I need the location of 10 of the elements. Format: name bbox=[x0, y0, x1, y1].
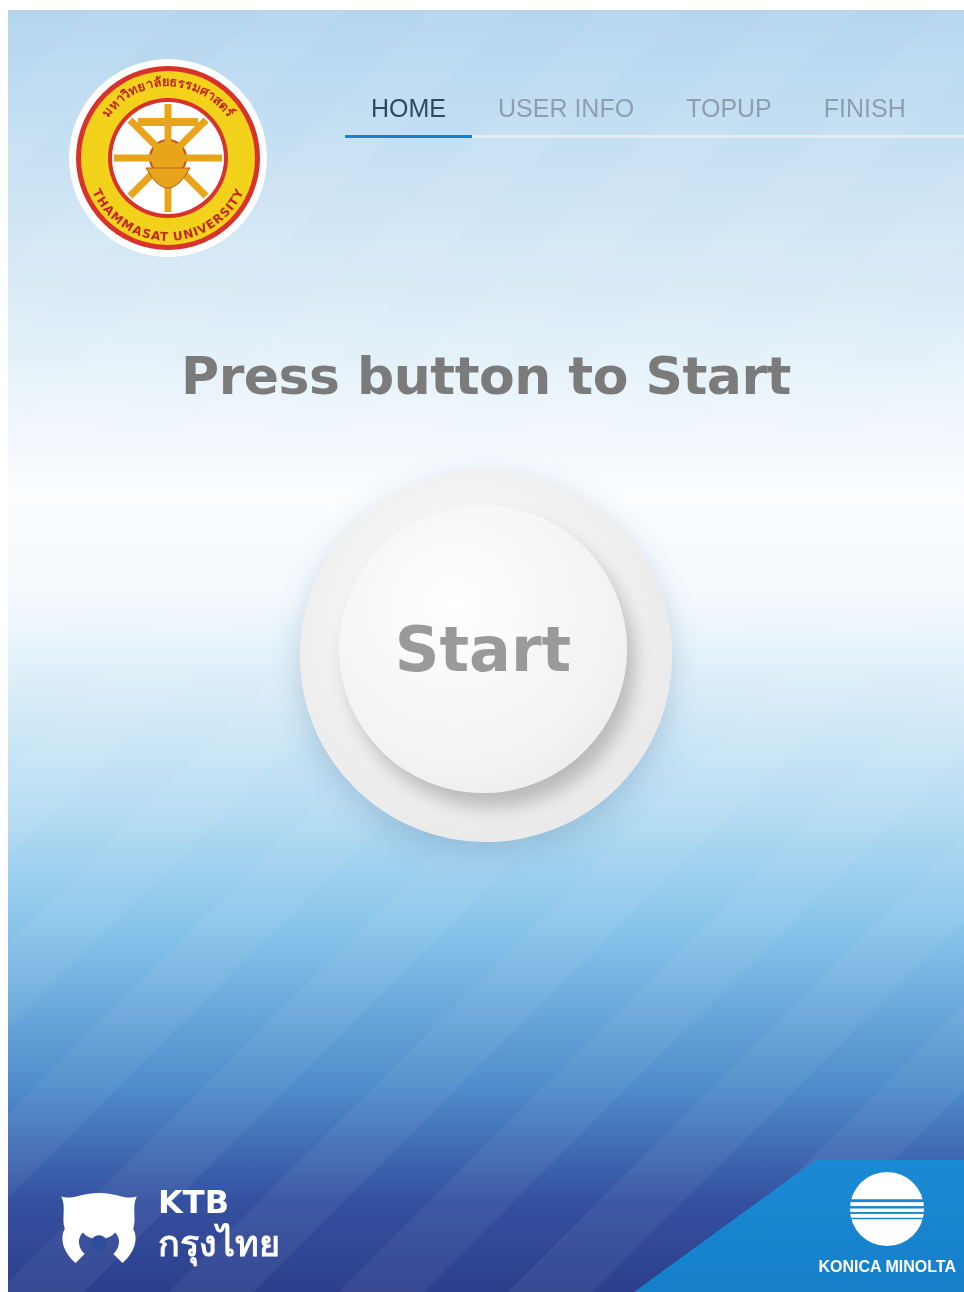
step-tab[interactable]: HOME bbox=[345, 94, 472, 138]
step-tab[interactable]: USER INFO bbox=[472, 94, 661, 138]
step-tab[interactable]: FINISH bbox=[797, 94, 932, 138]
bank-abbreviation: KTB bbox=[158, 1185, 230, 1218]
start-button[interactable]: Start bbox=[300, 470, 672, 842]
heading: Press button to Start bbox=[180, 346, 792, 406]
step-tab[interactable]: TOPUP bbox=[660, 94, 798, 138]
bank-name: กรุงไทย bbox=[158, 1217, 280, 1270]
partner-name: KONICA MINOLTA bbox=[818, 1258, 956, 1276]
striped-globe-icon bbox=[848, 1170, 927, 1248]
